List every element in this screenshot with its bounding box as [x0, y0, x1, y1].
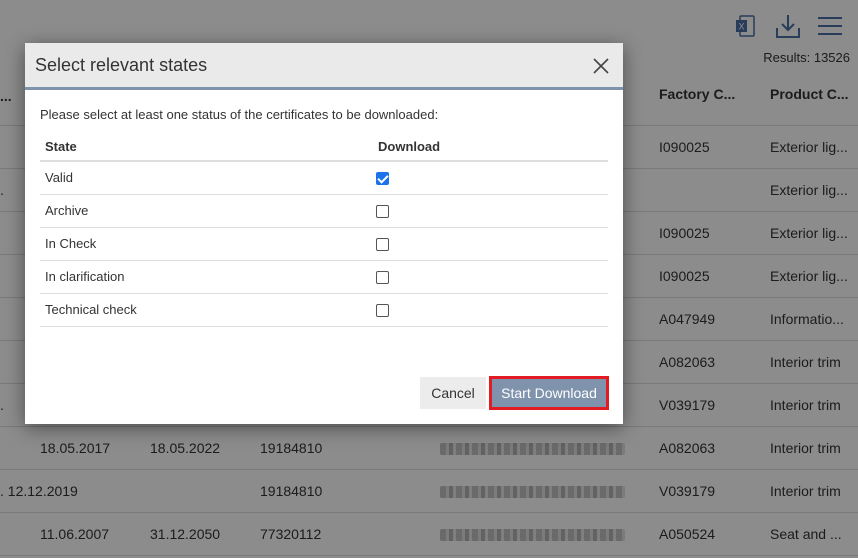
- download-checkbox[interactable]: [376, 205, 389, 218]
- instruction-text: Please select at least one status of the…: [40, 107, 439, 122]
- start-download-button[interactable]: Start Download: [489, 376, 609, 410]
- close-icon[interactable]: [591, 56, 611, 76]
- cancel-button[interactable]: Cancel: [420, 377, 486, 409]
- download-checkbox[interactable]: [376, 172, 389, 185]
- state-row: Technical check: [40, 294, 608, 327]
- state-table: State Download Valid Archive In Check In cl…: [40, 135, 608, 327]
- download-checkbox[interactable]: [376, 238, 389, 251]
- state-row: Valid: [40, 162, 608, 195]
- state-label: In clarification: [45, 269, 125, 284]
- state-table-header: State Download: [40, 135, 608, 162]
- state-row: Archive: [40, 195, 608, 228]
- dialog-body: Please select at least one status of the…: [40, 107, 608, 327]
- state-label: Technical check: [45, 302, 137, 317]
- column-header-download: Download: [378, 139, 441, 154]
- download-checkbox[interactable]: [376, 304, 389, 317]
- state-label: Archive: [45, 203, 89, 218]
- state-row: In clarification: [40, 261, 608, 294]
- select-states-dialog: Select relevant states Please select at …: [25, 43, 623, 424]
- dialog-header: Select relevant states: [25, 43, 623, 90]
- download-checkbox[interactable]: [376, 271, 389, 284]
- state-label: Valid: [45, 170, 73, 185]
- column-header-state: State: [45, 139, 77, 154]
- dialog-title: Select relevant states: [35, 55, 208, 75]
- state-row: In Check: [40, 228, 608, 261]
- state-label: In Check: [45, 236, 97, 251]
